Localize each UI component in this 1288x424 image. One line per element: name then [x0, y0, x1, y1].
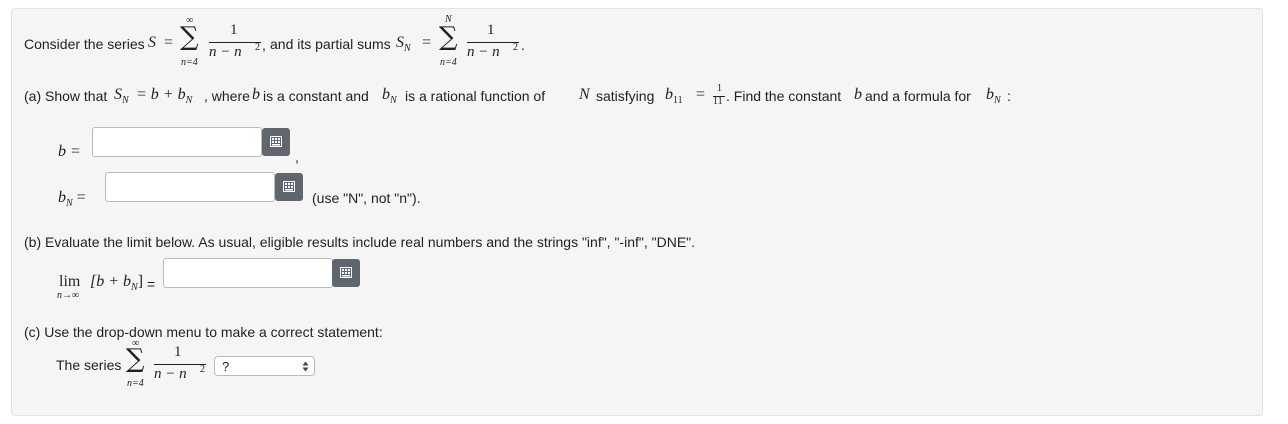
intro-numerator: 1 — [230, 22, 238, 38]
b-keyboard-button[interactable] — [262, 128, 290, 156]
partial-frac-bar — [467, 42, 519, 43]
select-value: ? — [222, 359, 230, 374]
part-a-text-6: . Find the constant — [726, 88, 842, 104]
intro-period: . — [521, 37, 525, 53]
intro-frac-bar — [209, 42, 261, 43]
b-comma: , — [295, 149, 299, 165]
partial-denominator: n − n — [467, 44, 500, 60]
partial-numerator: 1 — [487, 22, 495, 38]
part-a-bN: bN — [382, 86, 397, 107]
keyboard-icon — [340, 267, 352, 278]
part-a-b-2: b — [854, 86, 862, 103]
b-input[interactable] — [92, 127, 262, 157]
intro-prefix: Consider the series — [24, 36, 145, 52]
bN-label: bN = — [58, 189, 86, 210]
part-a-frac-num: 1 — [717, 83, 722, 94]
bN-hint: (use "N", not "n"). — [312, 190, 421, 206]
part-a-text-4: is a rational function of — [405, 88, 546, 104]
part-c-series-label: The series — [56, 357, 122, 373]
part-b-eq: = — [147, 276, 156, 292]
keyboard-icon — [283, 181, 295, 192]
part-a-text-7: and a formula for — [865, 88, 971, 104]
part-c-sum-lower: n=4 — [127, 378, 144, 389]
question-panel: Consider the series S = ∞ ∑ n=4 1 n − n … — [11, 8, 1263, 416]
limit-keyboard-button[interactable] — [332, 259, 360, 287]
intro-exp: 2 — [255, 42, 260, 53]
part-c-exp: 2 — [200, 364, 205, 375]
intro-eq: = — [164, 34, 174, 51]
intro-sum-lower: n=4 — [181, 57, 198, 68]
intro-SN: SN — [396, 34, 411, 55]
part-a-bN-2: bN — [986, 86, 1001, 107]
part-a-text-2: , where — [204, 88, 250, 104]
part-a-N: N — [579, 86, 590, 103]
part-c-text: (c) Use the drop-down menu to make a cor… — [24, 324, 383, 340]
bN-keyboard-button[interactable] — [275, 173, 303, 201]
part-b-expr: [b + bN] — [90, 273, 144, 294]
convergence-select[interactable]: ? — [214, 356, 315, 376]
part-a-b: b — [252, 86, 260, 103]
intro-sigma: ∑ — [180, 22, 199, 52]
part-a-b11-eq: = — [696, 86, 706, 103]
part-a-b11: b11 — [665, 86, 683, 107]
part-a-text-1: (a) Show that — [24, 88, 108, 104]
b-label: b = — [58, 143, 81, 160]
partial-sigma: ∑ — [439, 22, 458, 52]
part-b-lim-sub: n→∞ — [57, 290, 80, 301]
part-b-lim: lim — [59, 273, 81, 290]
part-a-frac-den: 11 — [713, 96, 723, 107]
intro-eq-2: = — [422, 34, 432, 51]
part-c-frac-bar — [154, 364, 206, 365]
limit-input[interactable] — [163, 258, 333, 288]
part-c-numerator: 1 — [174, 344, 182, 360]
bN-input[interactable] — [105, 172, 275, 202]
partial-exp: 2 — [513, 42, 518, 53]
part-c-denominator: n − n — [154, 366, 187, 382]
intro-middle: and its partial sums — [270, 36, 391, 52]
keyboard-icon — [270, 136, 282, 147]
part-a-text-3: is a constant and — [263, 88, 369, 104]
partial-sum-lower: n=4 — [440, 57, 457, 68]
part-b-text: (b) Evaluate the limit below. As usual, … — [24, 234, 696, 250]
part-a-SN: SN — [114, 86, 129, 107]
intro-denominator: n − n — [209, 44, 242, 60]
updown-arrows-icon — [302, 361, 309, 372]
part-c-sigma: ∑ — [126, 344, 145, 374]
part-a-expr: = b + bN — [136, 86, 193, 107]
intro-S: S — [148, 34, 156, 51]
intro-comma: , — [262, 37, 266, 53]
part-a-colon: : — [1007, 88, 1011, 104]
part-a-text-5: satisfying — [596, 88, 655, 104]
